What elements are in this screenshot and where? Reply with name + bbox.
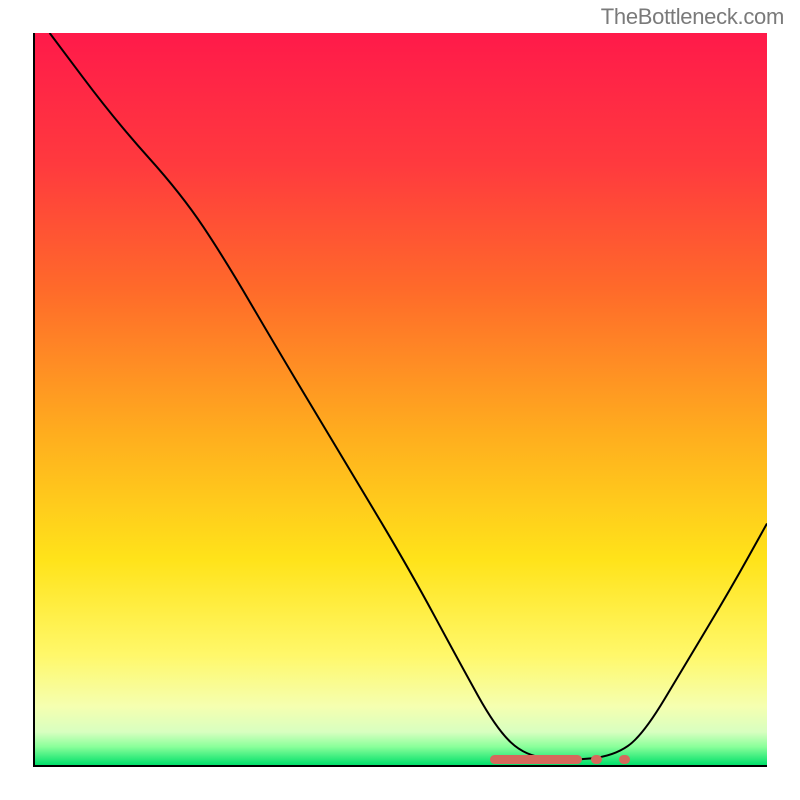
- chart-plot-area: [33, 33, 767, 767]
- watermark-text: TheBottleneck.com: [601, 4, 784, 30]
- highlight-segment: [619, 755, 630, 764]
- highlight-segment: [490, 755, 582, 764]
- chart-curve: [35, 33, 767, 765]
- highlight-segment: [591, 755, 601, 764]
